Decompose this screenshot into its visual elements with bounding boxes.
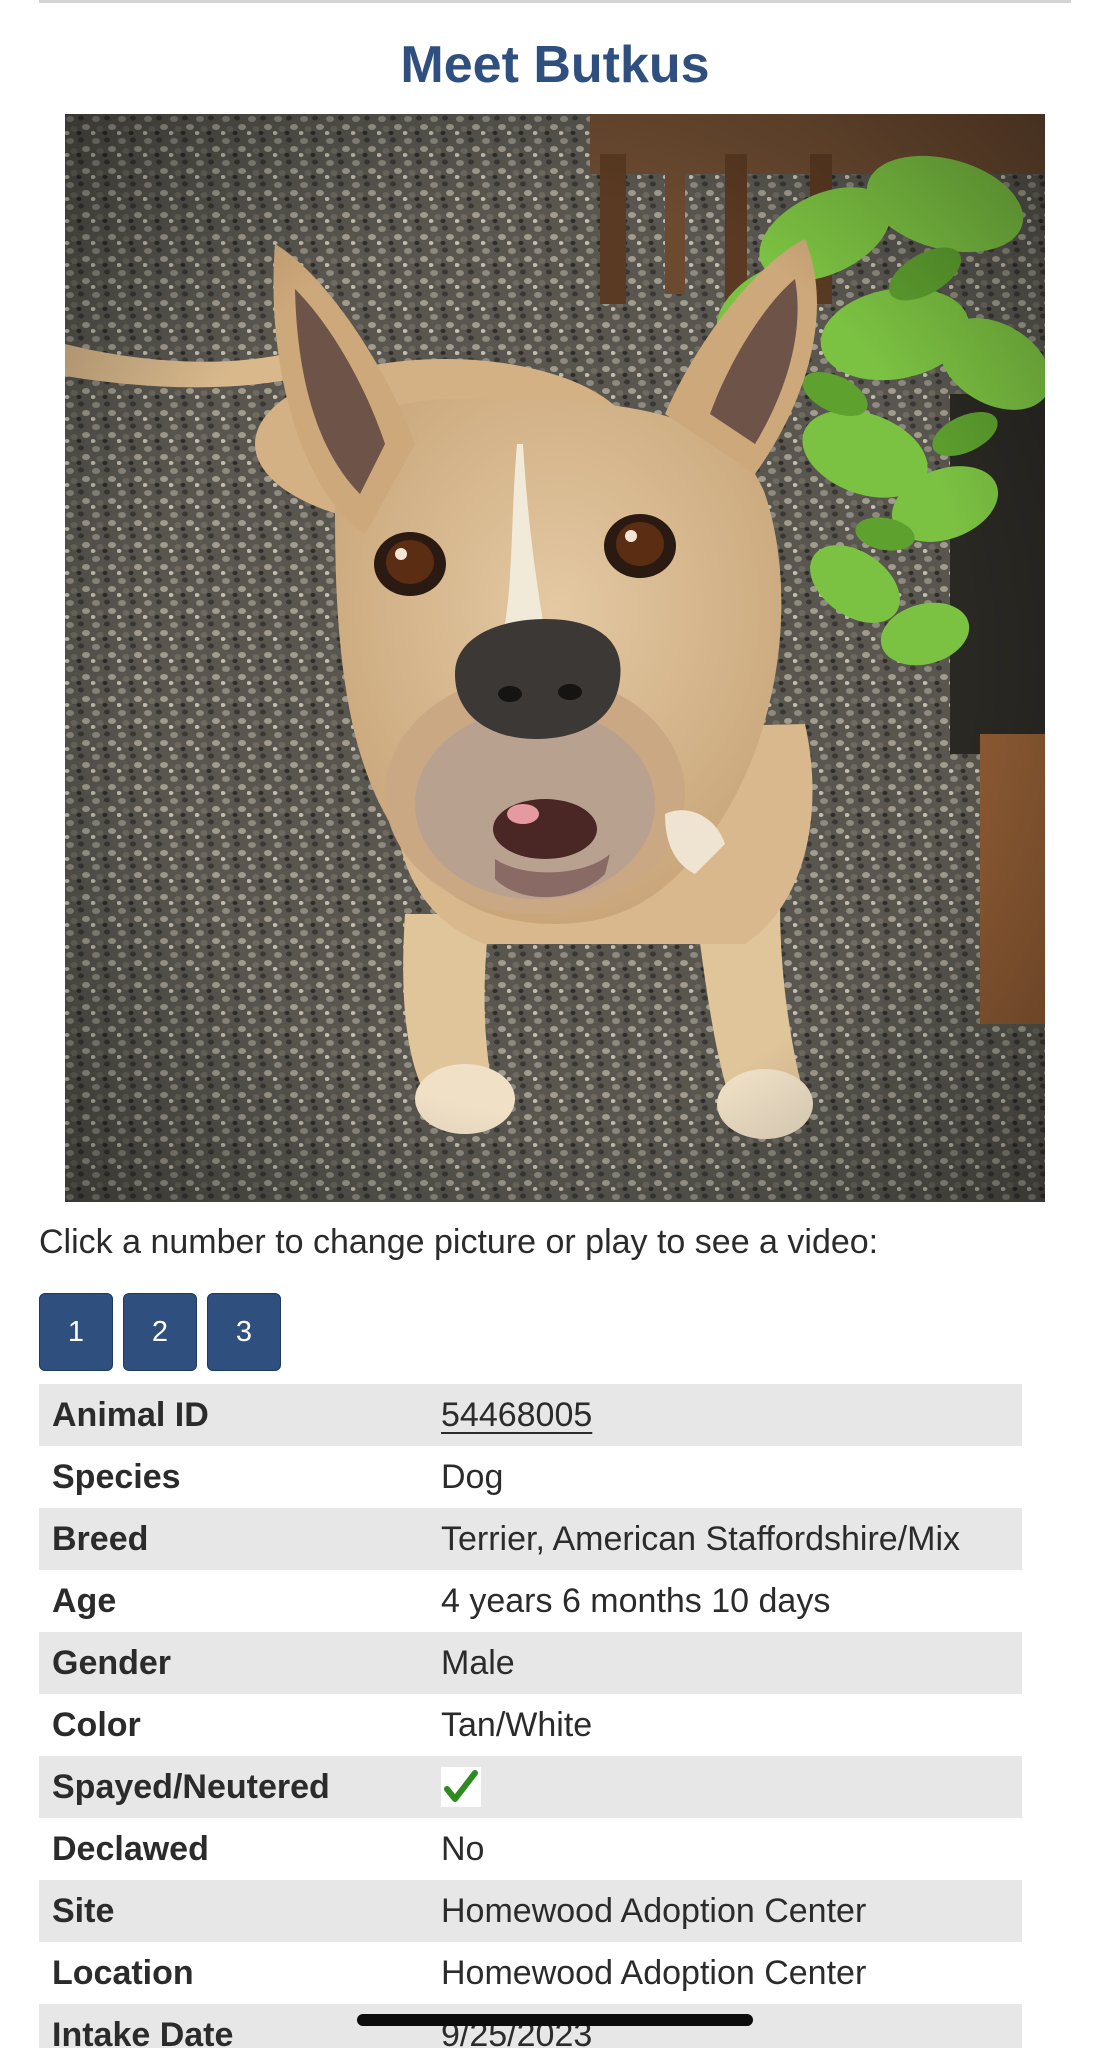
color-value: Tan/White: [428, 1694, 1022, 1756]
spayed-neutered-label: Spayed/Neutered: [39, 1756, 428, 1818]
top-divider: [39, 0, 1071, 3]
site-label: Site: [39, 1880, 428, 1942]
gender-label: Gender: [39, 1632, 428, 1694]
intake-date-label: Intake Date: [39, 2004, 428, 2048]
location-label: Location: [39, 1942, 428, 2004]
declawed-label: Declawed: [39, 1818, 428, 1880]
site-value: Homewood Adoption Center: [428, 1880, 1022, 1942]
declawed-value: No: [428, 1818, 1022, 1880]
animal-id-label: Animal ID: [39, 1384, 428, 1446]
table-row: Color Tan/White: [39, 1694, 1022, 1756]
table-row: Age 4 years 6 months 10 days: [39, 1570, 1022, 1632]
color-label: Color: [39, 1694, 428, 1756]
animal-id-value: 54468005: [428, 1384, 1022, 1446]
picture-pager: 1 2 3: [39, 1293, 281, 1371]
age-label: Age: [39, 1570, 428, 1632]
breed-value: Terrier, American Staffordshire/Mix: [428, 1508, 1022, 1570]
table-row: Location Homewood Adoption Center: [39, 1942, 1022, 2004]
picture-3-button[interactable]: 3: [207, 1293, 281, 1371]
table-row: Breed Terrier, American Staffordshire/Mi…: [39, 1508, 1022, 1570]
table-row: Species Dog: [39, 1446, 1022, 1508]
animal-details-table: Animal ID 54468005 Species Dog Breed Ter…: [39, 1384, 1022, 2048]
table-row: Spayed/Neutered: [39, 1756, 1022, 1818]
picture-1-button[interactable]: 1: [39, 1293, 113, 1371]
species-value: Dog: [428, 1446, 1022, 1508]
table-row: Declawed No: [39, 1818, 1022, 1880]
animal-photo[interactable]: [65, 114, 1045, 1202]
home-indicator[interactable]: [357, 2014, 753, 2026]
checkmark-icon: [441, 1767, 481, 1808]
breed-label: Breed: [39, 1508, 428, 1570]
gender-value: Male: [428, 1632, 1022, 1694]
picture-instructions: Click a number to change picture or play…: [39, 1223, 879, 1261]
page-title: Meet Butkus: [400, 36, 710, 94]
table-row: Animal ID 54468005: [39, 1384, 1022, 1446]
age-value: 4 years 6 months 10 days: [428, 1570, 1022, 1632]
picture-2-button[interactable]: 2: [123, 1293, 197, 1371]
dog-photo: [65, 114, 1045, 1202]
location-value: Homewood Adoption Center: [428, 1942, 1022, 2004]
table-row: Gender Male: [39, 1632, 1022, 1694]
animal-id-link[interactable]: 54468005: [441, 1396, 592, 1434]
intake-date-value: 9/25/2023: [428, 2004, 1022, 2048]
table-row: Site Homewood Adoption Center: [39, 1880, 1022, 1942]
spayed-neutered-value: [428, 1756, 1022, 1818]
species-label: Species: [39, 1446, 428, 1508]
table-row: Intake Date 9/25/2023: [39, 2004, 1022, 2048]
